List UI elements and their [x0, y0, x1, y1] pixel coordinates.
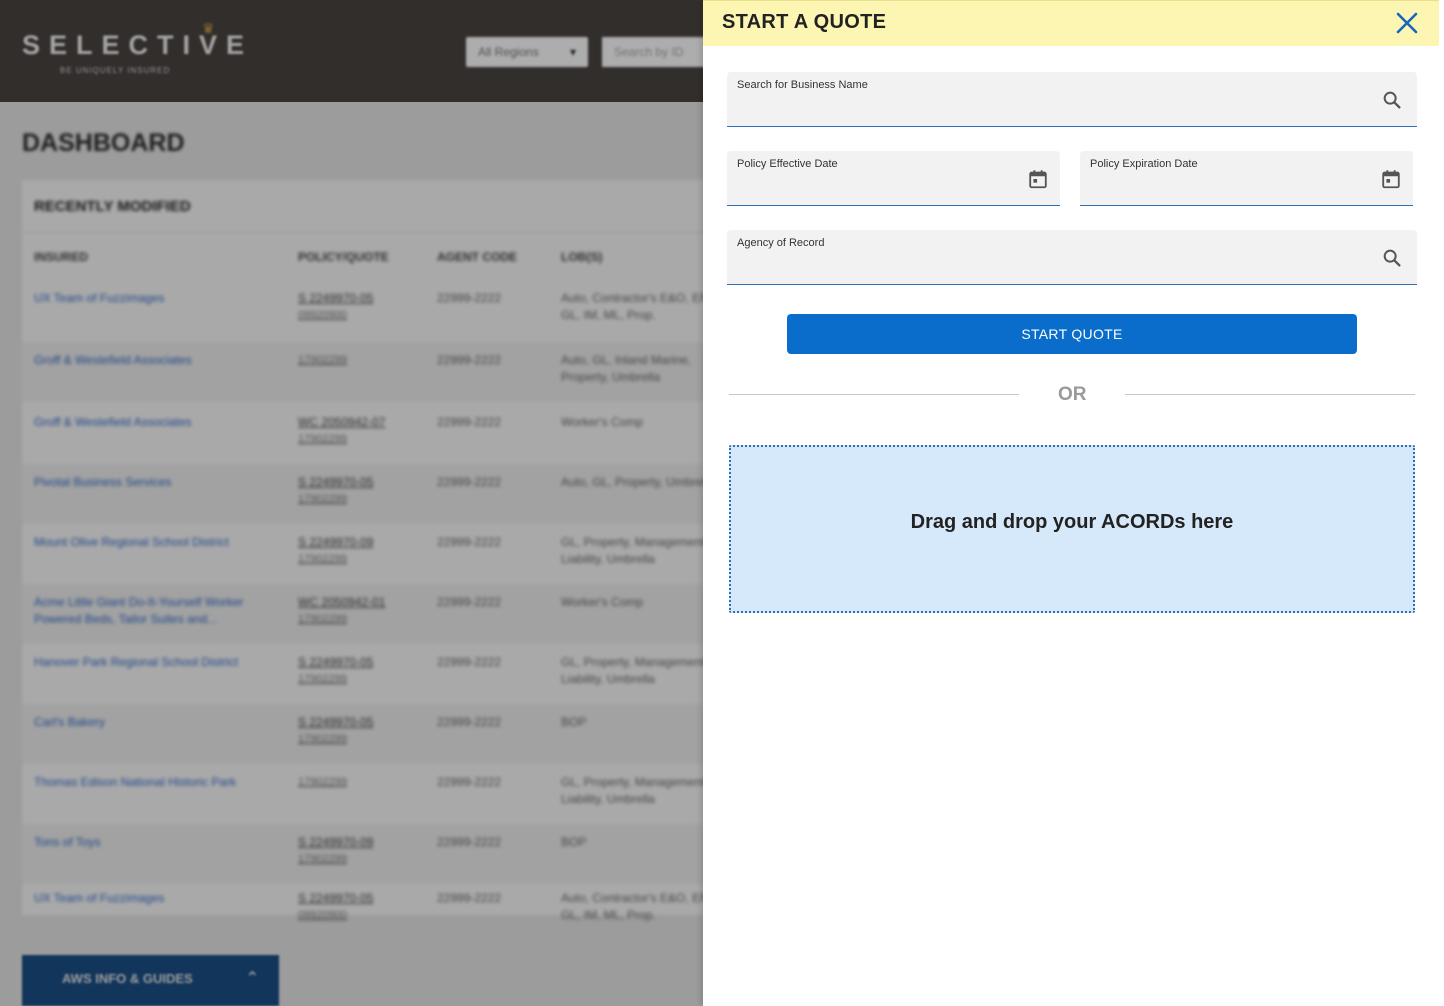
- start-quote-button[interactable]: START QUOTE: [787, 314, 1357, 354]
- panel-title: START A QUOTE: [722, 11, 887, 33]
- search-icon[interactable]: [1381, 89, 1403, 111]
- agency-of-record-label: Agency of Record: [737, 237, 825, 249]
- business-name-field[interactable]: Search for Business Name: [727, 72, 1417, 127]
- acord-dropzone[interactable]: Drag and drop your ACORDs here: [729, 445, 1415, 613]
- expiration-date-label: Policy Expiration Date: [1090, 158, 1198, 170]
- close-button[interactable]: [1395, 11, 1419, 35]
- business-name-label: Search for Business Name: [737, 79, 868, 91]
- divider-right: [1125, 394, 1415, 395]
- expiration-date-input[interactable]: [1090, 176, 1367, 198]
- effective-date-label: Policy Effective Date: [737, 158, 838, 170]
- business-name-input[interactable]: [737, 97, 1371, 119]
- start-quote-panel: START A QUOTE Search for Business Name P…: [703, 0, 1444, 1006]
- effective-date-input[interactable]: [737, 176, 1014, 198]
- calendar-icon[interactable]: [1380, 168, 1402, 190]
- dropzone-label: Drag and drop your ACORDs here: [910, 511, 1234, 533]
- close-icon: [1396, 12, 1418, 34]
- agency-of-record-input[interactable]: [737, 255, 1371, 277]
- expiration-date-field[interactable]: Policy Expiration Date: [1080, 151, 1413, 206]
- calendar-icon[interactable]: [1027, 168, 1049, 190]
- panel-header: START A QUOTE: [703, 0, 1439, 46]
- effective-date-field[interactable]: Policy Effective Date: [727, 151, 1060, 206]
- divider-left: [729, 394, 1019, 395]
- agency-of-record-field[interactable]: Agency of Record: [727, 230, 1417, 285]
- or-separator: OR: [1058, 384, 1087, 405]
- search-icon[interactable]: [1381, 247, 1403, 269]
